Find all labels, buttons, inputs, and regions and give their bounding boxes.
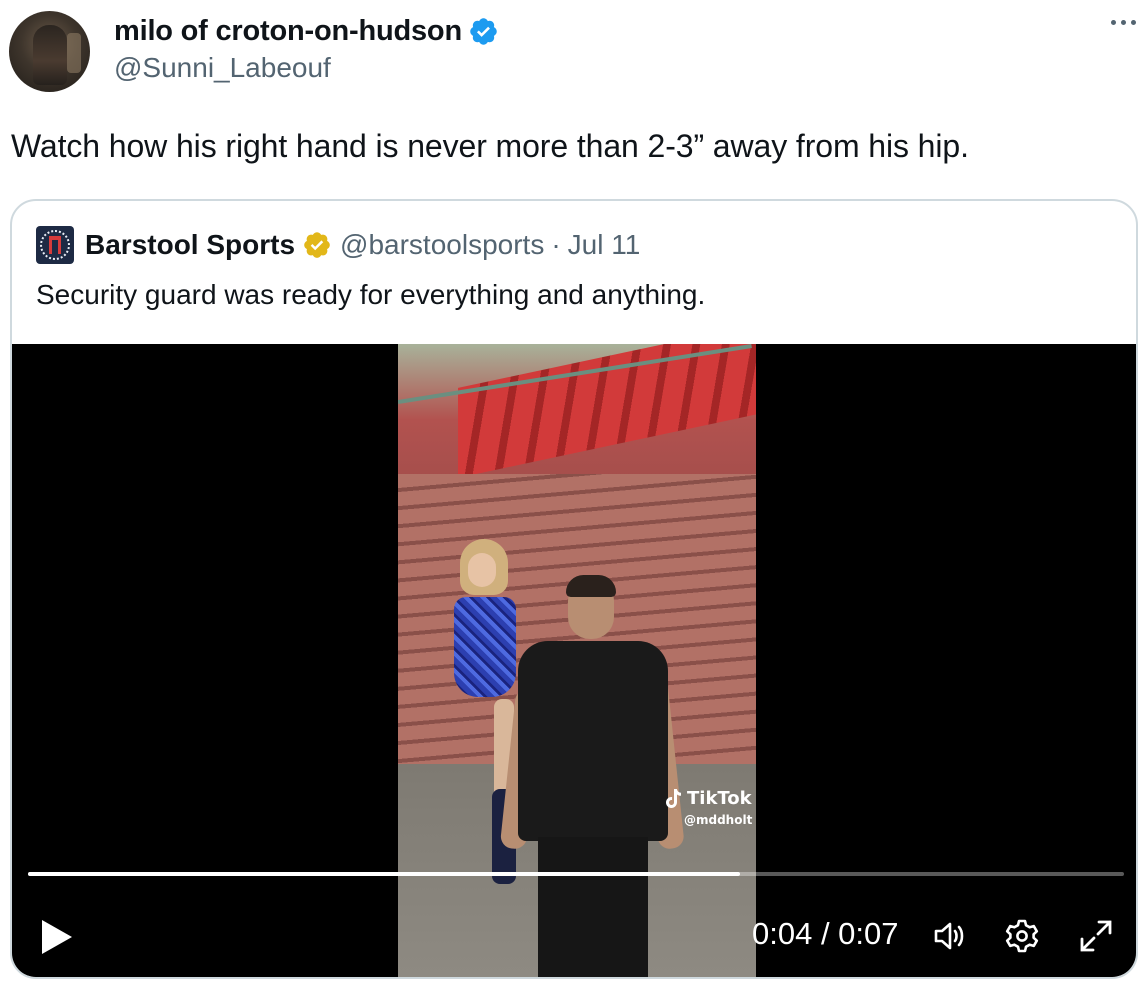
- verified-gold-badge-icon[interactable]: [302, 230, 332, 260]
- settings-gear-icon[interactable]: [1004, 918, 1040, 954]
- quoted-avatar[interactable]: [36, 226, 74, 264]
- author-handle[interactable]: @Sunni_Labeouf: [114, 52, 331, 84]
- tiktok-brand: TikTok: [687, 788, 752, 809]
- quoted-date[interactable]: Jul 11: [568, 229, 641, 261]
- tweet-text: Watch how his right hand is never more t…: [11, 128, 969, 164]
- play-icon[interactable]: [38, 917, 78, 957]
- tiktok-watermark: TikTok @mddholt: [664, 788, 752, 827]
- volume-icon[interactable]: [932, 918, 968, 954]
- verified-badge-icon[interactable]: [468, 16, 499, 47]
- quoted-header: Barstool Sports @barstoolsports · Jul 11: [36, 226, 641, 264]
- video-player[interactable]: TikTok @mddholt 0:04 / 0:07: [12, 344, 1136, 977]
- video-frame: TikTok @mddholt: [398, 344, 756, 977]
- author-avatar[interactable]: [9, 11, 90, 92]
- quoted-display-name[interactable]: Barstool Sports: [85, 229, 295, 261]
- quoted-tweet-card[interactable]: Barstool Sports @barstoolsports · Jul 11…: [10, 199, 1138, 979]
- quoted-handle[interactable]: @barstoolsports: [340, 229, 544, 261]
- fullscreen-icon[interactable]: [1078, 918, 1114, 954]
- quoted-separator: ·: [551, 229, 561, 260]
- video-time: 0:04 / 0:07: [752, 916, 899, 951]
- author-display-name[interactable]: milo of croton-on-hudson: [114, 15, 462, 48]
- more-options-icon[interactable]: [1111, 20, 1136, 25]
- author-name-row: milo of croton-on-hudson: [114, 14, 499, 48]
- video-progress-bar[interactable]: [28, 872, 1124, 876]
- tiktok-username: @mddholt: [684, 813, 753, 827]
- tiktok-logo-icon: [666, 788, 681, 808]
- video-progress-fill: [28, 872, 741, 876]
- quoted-text: Security guard was ready for everything …: [36, 279, 706, 310]
